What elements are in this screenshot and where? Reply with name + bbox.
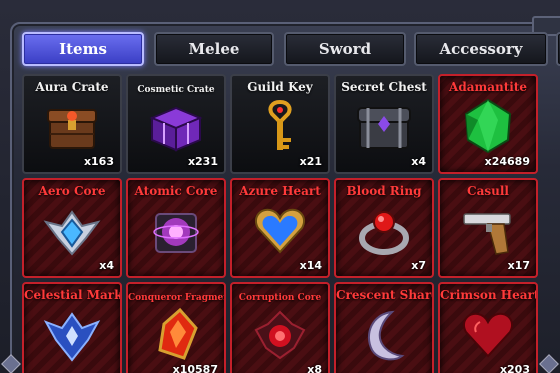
item-name: Casull bbox=[467, 184, 509, 198]
item-card[interactable]: Celestial Mark bbox=[22, 282, 122, 373]
corruption-core-icon bbox=[254, 310, 306, 360]
item-name: Celestial Mark bbox=[24, 288, 122, 302]
item-name: Crimson Heart bbox=[440, 288, 538, 302]
item-name: Atomic Core bbox=[134, 184, 218, 198]
item-name: Secret Chest bbox=[341, 80, 427, 94]
tab-melee[interactable]: Melee bbox=[154, 32, 274, 66]
item-card[interactable]: Secret Chest x4 bbox=[334, 74, 434, 174]
item-count: x163 bbox=[83, 155, 114, 168]
item-name: Conqueror Fragment bbox=[128, 293, 226, 303]
aero-core-icon bbox=[43, 210, 101, 256]
item-count: x7 bbox=[411, 259, 426, 272]
adamantite-icon bbox=[464, 98, 512, 154]
item-count: x8 bbox=[307, 363, 322, 373]
item-card[interactable]: Casull x17 bbox=[438, 178, 538, 278]
item-count: x24689 bbox=[484, 155, 530, 168]
tab-accessory[interactable]: Accessory bbox=[414, 32, 548, 66]
item-card[interactable]: Atomic Core bbox=[126, 178, 226, 278]
item-name: Adamantite bbox=[449, 80, 527, 94]
item-name: Crescent Shard bbox=[336, 288, 434, 302]
item-card[interactable]: Blood Ring x7 bbox=[334, 178, 434, 278]
item-name: Corruption Core bbox=[238, 293, 322, 303]
item-name: Azure Heart bbox=[239, 184, 321, 198]
item-name: Guild Key bbox=[247, 80, 313, 94]
item-name: Aura Crate bbox=[35, 80, 109, 94]
azure-heart-icon bbox=[254, 208, 306, 254]
casull-icon bbox=[463, 213, 511, 255]
blood-ring-icon bbox=[359, 211, 409, 255]
aura-crate-icon bbox=[47, 109, 97, 149]
conqueror-fragment-icon bbox=[158, 307, 198, 360]
item-card[interactable]: Corruption Core x8 bbox=[230, 282, 330, 373]
item-card[interactable]: Guild Key x21 bbox=[230, 74, 330, 174]
tab-next-partial[interactable] bbox=[556, 32, 560, 66]
celestial-mark-icon bbox=[43, 312, 101, 362]
item-card[interactable]: Crimson Heart x203 bbox=[438, 282, 538, 373]
item-name: Blood Ring bbox=[346, 184, 422, 198]
crescent-shard-icon bbox=[367, 310, 405, 361]
item-count: x203 bbox=[499, 363, 530, 373]
item-name: Cosmetic Crate bbox=[137, 85, 215, 95]
tab-sword[interactable]: Sword bbox=[284, 32, 406, 66]
tab-items[interactable]: Items bbox=[22, 32, 144, 66]
atomic-core-icon bbox=[153, 213, 199, 253]
item-count: x10587 bbox=[172, 363, 218, 373]
item-count: x4 bbox=[99, 259, 114, 272]
item-name: Aero Core bbox=[38, 184, 106, 198]
inventory-window: Items Melee Sword Accessory Aura Crate x… bbox=[0, 0, 560, 373]
item-count: x21 bbox=[299, 155, 322, 168]
guild-key-icon bbox=[268, 99, 292, 150]
item-card[interactable]: Azure Heart x14 bbox=[230, 178, 330, 278]
secret-chest-icon bbox=[357, 107, 411, 149]
item-card[interactable]: Aero Core x4 bbox=[22, 178, 122, 278]
item-count: x17 bbox=[507, 259, 530, 272]
item-card[interactable]: Aura Crate x163 bbox=[22, 74, 122, 174]
item-card[interactable]: Cosmetic Crate x231 bbox=[126, 74, 226, 174]
item-count: x4 bbox=[411, 155, 426, 168]
item-count: x231 bbox=[187, 155, 218, 168]
item-card[interactable]: Conqueror Fragment x10587 bbox=[126, 282, 226, 373]
item-count: x14 bbox=[299, 259, 322, 272]
crimson-heart-icon bbox=[462, 312, 514, 358]
item-card[interactable]: Adamantite x24689 bbox=[438, 74, 538, 174]
cosmetic-crate-icon bbox=[149, 106, 203, 152]
item-card[interactable]: Crescent Shard bbox=[334, 282, 434, 373]
